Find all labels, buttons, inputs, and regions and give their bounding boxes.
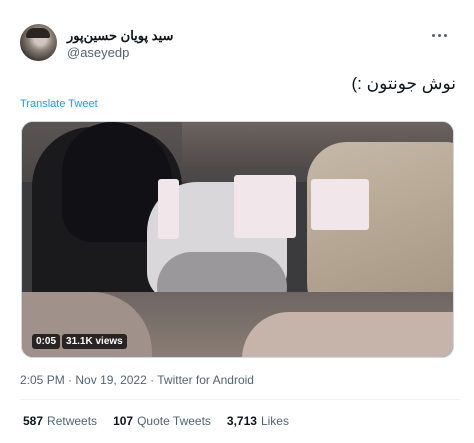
video-views: 31.1K views (62, 334, 127, 349)
quote-tweets-stat[interactable]: 107 Quote Tweets (113, 414, 211, 428)
face-blur-box (311, 179, 369, 230)
tweet-timestamp: 2:05 PM · Nov 19, 2022 · Twitter for And… (20, 373, 254, 387)
separator: · (150, 373, 155, 387)
video-badges: 0:05 31.1K views (32, 334, 127, 349)
tweet-source[interactable]: Twitter for Android (157, 373, 254, 387)
video-frame-seat-right (242, 312, 453, 357)
tweet-stats: 587 Retweets 107 Quote Tweets 3,713 Like… (23, 414, 289, 428)
face-blur-box (158, 179, 179, 239)
likes-stat[interactable]: 3,713 Likes (227, 414, 289, 428)
avatar[interactable] (20, 24, 57, 61)
face-blur-box (234, 175, 296, 238)
retweets-stat[interactable]: 587 Retweets (23, 414, 97, 428)
tweet-date[interactable]: Nov 19, 2022 (75, 373, 146, 387)
author-display-name[interactable]: سید پویان حسین‌پور (67, 28, 173, 44)
author-handle[interactable]: @aseyedp (67, 45, 129, 60)
more-options-icon[interactable] (432, 30, 456, 40)
quote-tweets-label: Quote Tweets (137, 414, 211, 428)
likes-label: Likes (260, 414, 289, 428)
divider (20, 399, 460, 400)
translate-tweet-link[interactable]: Translate Tweet (20, 98, 98, 110)
likes-count: 3,713 (226, 414, 257, 428)
tweet-text: نوش جونتون :) (351, 74, 456, 93)
retweets-count: 587 (23, 414, 44, 428)
quote-tweets-count: 107 (113, 414, 134, 428)
retweets-label: Retweets (47, 414, 98, 428)
tweet-time[interactable]: 2:05 PM (20, 373, 65, 387)
video-duration: 0:05 (32, 334, 61, 349)
avatar-hat (26, 28, 50, 38)
video-player[interactable]: 0:05 31.1K views (21, 121, 454, 358)
separator: · (68, 373, 73, 387)
tweet-header: سید پویان حسین‌پور @aseyedp (20, 24, 460, 64)
